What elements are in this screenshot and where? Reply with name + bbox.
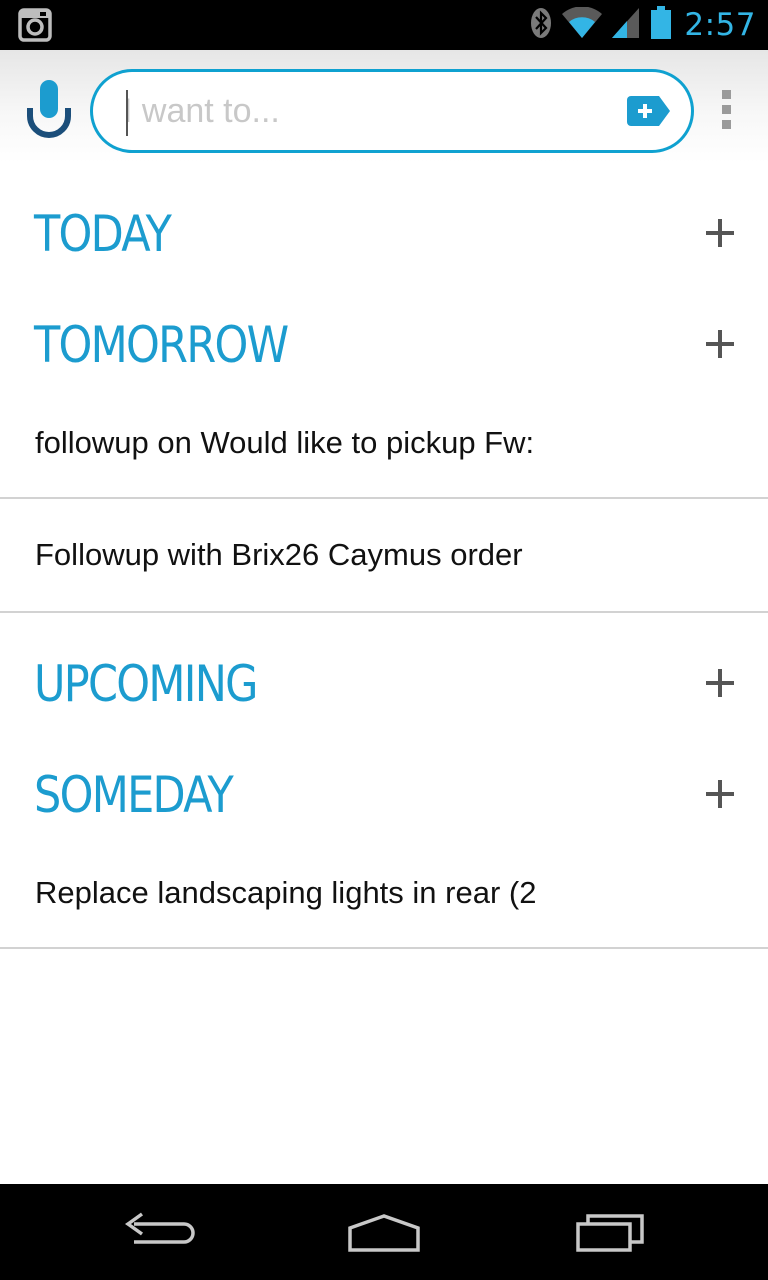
microphone-icon[interactable] xyxy=(26,78,72,140)
task-item[interactable]: followup on Would like to pickup Fw: xyxy=(0,388,768,498)
instagram-notification-icon xyxy=(18,8,52,47)
navigation-bar xyxy=(0,1184,768,1280)
status-bar: 2:57 xyxy=(0,0,768,50)
status-icons: 2:57 xyxy=(520,5,756,45)
action-bar xyxy=(0,50,768,163)
section-header-someday: SOMEDAY xyxy=(0,752,768,836)
add-task-icon[interactable] xyxy=(627,96,671,126)
wifi-icon xyxy=(562,5,603,44)
overflow-menu-icon[interactable] xyxy=(718,90,734,134)
task-text: followup on Would like to pickup Fw: xyxy=(35,425,535,460)
add-upcoming-button[interactable] xyxy=(706,668,736,698)
section-title: TODAY xyxy=(34,205,172,263)
screen: 2:57 TODAY xyxy=(0,0,768,1280)
add-today-button[interactable] xyxy=(706,218,736,248)
home-icon[interactable] xyxy=(324,1202,444,1262)
section-header-today: TODAY xyxy=(0,191,768,275)
status-clock: 2:57 xyxy=(684,7,756,43)
bluetooth-icon xyxy=(530,7,552,44)
back-icon[interactable] xyxy=(100,1202,220,1262)
task-item[interactable]: Followup with Brix26 Caymus order xyxy=(0,499,768,611)
signal-icon xyxy=(612,7,640,44)
recent-apps-icon[interactable] xyxy=(552,1202,672,1262)
section-title: TOMORROW xyxy=(34,316,289,374)
battery-icon xyxy=(650,5,672,45)
divider xyxy=(0,947,768,949)
section-title: SOMEDAY xyxy=(34,766,234,824)
task-text: Followup with Brix26 Caymus order xyxy=(35,537,523,572)
add-someday-button[interactable] xyxy=(706,779,736,809)
section-header-upcoming: UPCOMING xyxy=(0,641,768,725)
section-title: UPCOMING xyxy=(34,655,259,713)
task-input[interactable] xyxy=(123,86,593,136)
task-item[interactable]: Replace landscaping lights in rear (2 xyxy=(0,838,768,948)
divider xyxy=(0,611,768,613)
task-text: Replace landscaping lights in rear (2 xyxy=(35,875,537,910)
section-header-tomorrow: TOMORROW xyxy=(0,302,768,386)
text-cursor xyxy=(126,90,128,136)
add-tomorrow-button[interactable] xyxy=(706,329,736,359)
search-box[interactable] xyxy=(90,69,694,153)
